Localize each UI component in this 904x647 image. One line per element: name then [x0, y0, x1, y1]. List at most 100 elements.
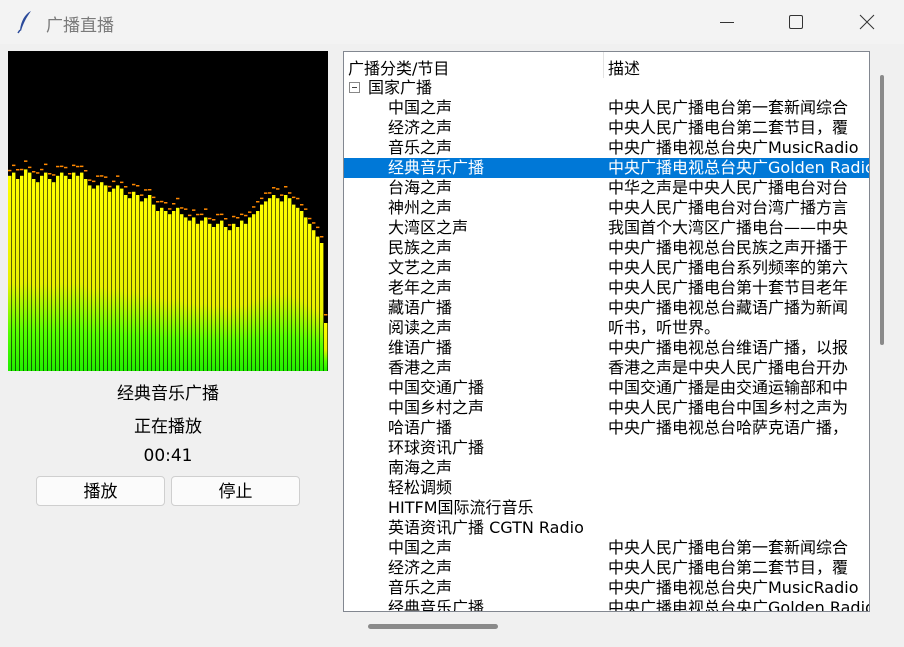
tree-row[interactable]: 老年之声 中央人民广播电台第十套节目老年: [344, 278, 869, 298]
tree-row[interactable]: 经济之声 中央人民广播电台第二套节目，覆: [344, 558, 869, 578]
spectrum-bar: [216, 223, 220, 371]
spectrum-peak-marker: [276, 188, 280, 190]
column-header-description[interactable]: 描述: [608, 55, 640, 79]
spectrum-peak-marker: [36, 172, 40, 174]
spectrum-bar: [296, 207, 300, 371]
spectrum-peak-marker: [120, 181, 124, 184]
tree-row[interactable]: 维语广播 中央广播电视总台维语广播，以报: [344, 338, 869, 358]
spectrum-bar: [224, 227, 228, 371]
collapse-toggle-icon[interactable]: [349, 82, 360, 93]
column-separator[interactable]: [603, 52, 604, 78]
tree-row[interactable]: 环球资讯广播: [344, 438, 869, 458]
station-name-cell: 香港之声: [388, 358, 453, 377]
tree-row[interactable]: 哈语广播 中央广播电视总台哈萨克语广播，: [344, 418, 869, 438]
spectrum-peak-marker: [112, 180, 116, 183]
spectrum-peak-marker: [324, 314, 328, 316]
spectrum-peak-marker: [212, 219, 216, 221]
tree-header: 广播分类/节目 描述: [344, 52, 869, 79]
station-name-cell: 台海之声: [388, 178, 453, 197]
spectrum-bar: [20, 175, 24, 371]
station-name-cell: 音乐之声: [388, 578, 453, 597]
spectrum-peak-marker: [44, 163, 48, 166]
station-name-cell: 轻松调频: [388, 478, 453, 497]
station-description-cell: 听书，听世界。: [608, 318, 721, 337]
spectrum-bar: [176, 207, 180, 371]
spectrum-bar: [152, 204, 156, 371]
spectrum-peak-marker: [32, 171, 36, 173]
column-header-category[interactable]: 广播分类/节目: [348, 55, 449, 79]
station-description-cell: 中央人民广播电台第一套新闻综合: [608, 98, 849, 117]
spectrum-bar: [316, 236, 320, 371]
station-description-cell: 中央人民广播电台第十套节目老年: [608, 278, 849, 297]
spectrum-peak-marker: [132, 183, 136, 186]
spectrum-bar: [92, 188, 96, 371]
tree-row[interactable]: 阅读之声 听书，听世界。: [344, 318, 869, 338]
spectrum-bar: [140, 201, 144, 371]
stop-button[interactable]: 停止: [171, 476, 300, 506]
spectrum-bar: [180, 214, 184, 371]
spectrum-peak-marker: [280, 194, 284, 196]
spectrum-peak-marker: [124, 186, 128, 188]
spectrum-peak-marker: [196, 213, 200, 216]
tree-group-row[interactable]: 国家广播: [344, 78, 869, 98]
spectrum-peak-marker: [208, 217, 212, 220]
tree-row[interactable]: 藏语广播 中央广播电视总台藏语广播为新闻: [344, 298, 869, 318]
tree-row[interactable]: 轻松调频: [344, 478, 869, 498]
spectrum-bar: [16, 179, 20, 371]
spectrum-bar: [324, 323, 328, 371]
tree-row[interactable]: 音乐之声 中央广播电视总台央广MusicRadio: [344, 578, 869, 598]
tree-row[interactable]: 中国之声 中央人民广播电台第一套新闻综合: [344, 98, 869, 118]
minimize-button[interactable]: [704, 0, 750, 44]
spectrum-peak-marker: [56, 165, 60, 168]
tree-row[interactable]: 音乐之声 中央广播电视总台央广MusicRadio: [344, 138, 869, 158]
close-button[interactable]: [844, 0, 890, 44]
tree-row[interactable]: 民族之声 中央广播电视总台民族之声开播于: [344, 238, 869, 258]
station-tree[interactable]: 广播分类/节目 描述 国家广播 中国之声 中央人民广播电台第一套新闻综合 经济之声 中央…: [343, 51, 870, 612]
spectrum-peak-marker: [64, 166, 68, 169]
station-name-cell: 环球资讯广播: [388, 438, 485, 457]
spectrum-bar: [260, 204, 264, 371]
play-button[interactable]: 播放: [36, 476, 165, 506]
tree-row[interactable]: 台海之声 中华之声是中央人民广播电台对台: [344, 178, 869, 198]
spectrum-bar: [12, 172, 16, 371]
horizontal-scrollbar-thumb[interactable]: [368, 624, 498, 629]
spectrum-peak-marker: [108, 185, 112, 188]
tree-row[interactable]: 英语资讯广播 CGTN Radio: [344, 518, 869, 538]
tree-row[interactable]: 大湾区之声 我国首个大湾区广播电台——中央: [344, 218, 869, 238]
spectrum-peak-marker: [168, 208, 172, 210]
tree-row[interactable]: 经典音乐广播 中央广播电视总台央广Golden Radio: [344, 158, 869, 178]
station-description-cell: 中国交通广播是由交通运输部和中: [608, 378, 849, 397]
spectrum-peak-marker: [264, 192, 268, 194]
spectrum-peak-marker: [288, 192, 292, 194]
station-name-cell: 神州之声: [388, 198, 453, 217]
close-icon: [859, 14, 875, 30]
tree-row[interactable]: 中国乡村之声 中央人民广播电台中国乡村之声为: [344, 398, 869, 418]
vertical-scrollbar-thumb[interactable]: [880, 75, 884, 345]
spectrum-peak-marker: [228, 224, 232, 226]
tree-row[interactable]: 经济之声 中央人民广播电台第二套节目，覆: [344, 118, 869, 138]
vertical-scrollbar[interactable]: [877, 75, 885, 613]
spectrum-peak-marker: [12, 164, 16, 167]
spectrum-bar: [80, 172, 84, 371]
spectrum-bar: [148, 195, 152, 371]
spectrum-bar: [160, 207, 164, 371]
spectrum-bar: [52, 182, 56, 371]
spectrum-peak-marker: [76, 165, 80, 168]
maximize-button[interactable]: [773, 0, 819, 44]
spectrum-peak-marker: [220, 213, 224, 216]
spectrum-bar: [64, 175, 68, 371]
tree-row[interactable]: 中国交通广播 中国交通广播是由交通运输部和中: [344, 378, 869, 398]
station-description-cell: 香港之声是中央人民广播电台开办: [608, 358, 849, 377]
spectrum-bar: [168, 214, 172, 371]
spectrum-peak-marker: [92, 180, 96, 183]
station-description-cell: 中央人民广播电台第二套节目，覆: [608, 118, 849, 137]
tree-row[interactable]: 经典音乐广播 中央广播电视总台央广Golden Radio: [344, 598, 869, 611]
tree-row[interactable]: 中国之声 中央人民广播电台第一套新闻综合: [344, 538, 869, 558]
spectrum-peak-marker: [8, 169, 12, 172]
tree-row[interactable]: 神州之声 中央人民广播电台对台湾广播方言: [344, 198, 869, 218]
tree-row[interactable]: 南海之声: [344, 458, 869, 478]
tree-row[interactable]: HITFM国际流行音乐: [344, 498, 869, 518]
tree-row[interactable]: 香港之声 香港之声是中央人民广播电台开办: [344, 358, 869, 378]
spectrum-bar: [48, 179, 52, 371]
tree-row[interactable]: 文艺之声 中央人民广播电台系列频率的第六: [344, 258, 869, 278]
